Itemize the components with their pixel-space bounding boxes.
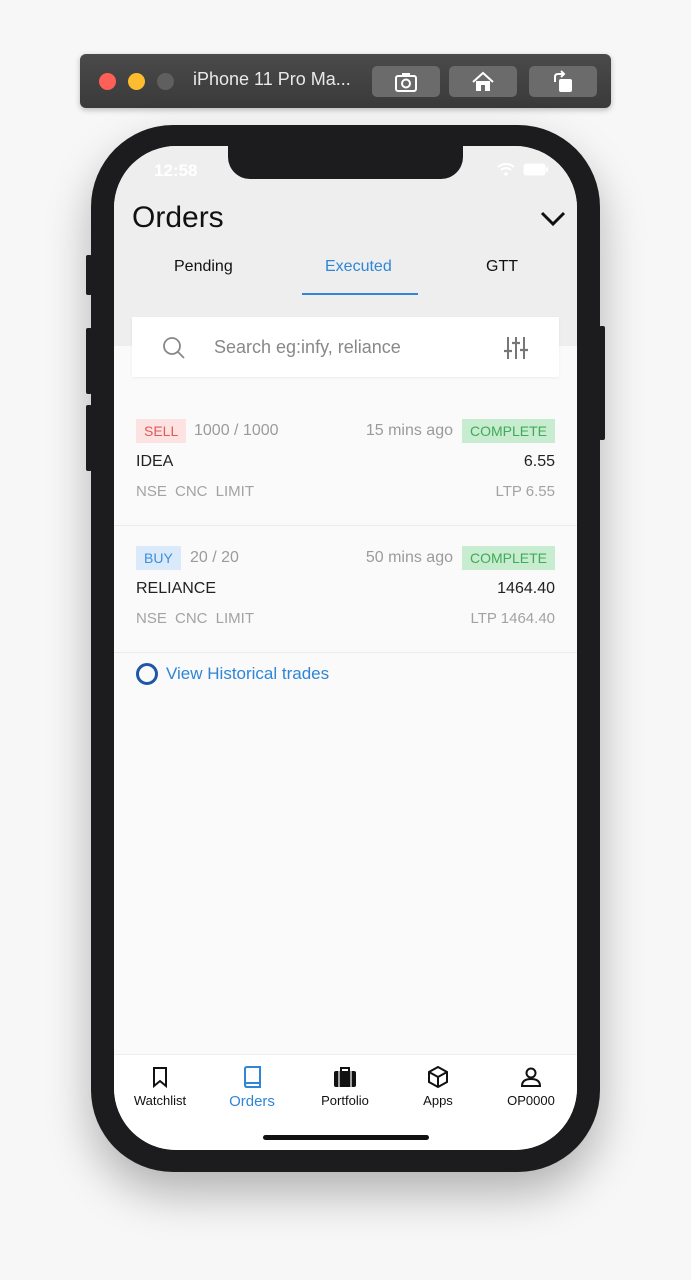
- bookmark-icon: [153, 1067, 167, 1089]
- status-icons: [497, 163, 549, 176]
- order-row[interactable]: SELL 1000 / 1000 15 mins ago COMPLETE ID…: [114, 399, 577, 526]
- mute-switch: [86, 255, 92, 295]
- home-button[interactable]: [449, 66, 517, 97]
- nav-label: Apps: [423, 1093, 453, 1108]
- power-button: [599, 326, 605, 440]
- view-historical-trades-link[interactable]: View Historical trades: [136, 663, 329, 685]
- simulator-title: iPhone 11 Pro Ma...: [193, 69, 351, 89]
- cube-icon: [428, 1065, 448, 1089]
- home-indicator[interactable]: [263, 1135, 429, 1140]
- nav-watchlist[interactable]: Watchlist: [114, 1065, 206, 1108]
- search-icon: [163, 337, 185, 359]
- briefcase-icon: [334, 1067, 356, 1087]
- order-meta: NSE CNC LIMIT: [136, 610, 255, 627]
- order-symbol: RELIANCE: [136, 580, 217, 597]
- order-price: 1464.40: [497, 580, 555, 597]
- book-icon: [244, 1066, 261, 1088]
- status-time: 12:58: [154, 161, 198, 180]
- historical-link-label: View Historical trades: [166, 664, 330, 683]
- battery-icon: [523, 163, 548, 176]
- simulator-toolbar: iPhone 11 Pro Ma...: [80, 54, 611, 108]
- tab-executed[interactable]: Executed: [325, 258, 392, 276]
- side-badge: BUY: [136, 546, 181, 570]
- nav-apps[interactable]: Apps: [392, 1065, 484, 1108]
- screenshot-icon: [395, 72, 417, 92]
- status-badge: COMPLETE: [461, 546, 555, 570]
- search-bar: [132, 317, 559, 377]
- rotate-button[interactable]: [529, 66, 597, 97]
- close-window-button[interactable]: [99, 73, 116, 90]
- nav-label: Portfolio: [321, 1093, 369, 1108]
- circle-icon: [136, 663, 158, 685]
- order-time: 15 mins ago: [365, 422, 453, 439]
- order-price: 6.55: [523, 453, 555, 470]
- order-quantity: 20 / 20: [190, 549, 239, 566]
- nav-label: Watchlist: [133, 1093, 187, 1108]
- nav-portfolio[interactable]: Portfolio: [299, 1065, 391, 1108]
- chevron-down-icon[interactable]: [539, 206, 567, 230]
- screenshot-button[interactable]: [372, 66, 440, 97]
- search-input[interactable]: [214, 334, 514, 360]
- app-screen: 12:58 Orders Pending Executed GTT Search…: [114, 146, 577, 1150]
- nav-profile[interactable]: OP0000: [485, 1065, 577, 1108]
- zoom-window-button[interactable]: [157, 73, 174, 90]
- active-tab-indicator: [302, 293, 418, 295]
- volume-up-button: [86, 328, 92, 394]
- user-icon: [520, 1067, 542, 1087]
- nav-label: Orders: [229, 1093, 275, 1110]
- filter-icon[interactable]: [503, 335, 529, 361]
- volume-down-button: [86, 405, 92, 471]
- nav-label: OP0000: [507, 1093, 555, 1108]
- order-row[interactable]: BUY 20 / 20 50 mins ago COMPLETE RELIANC…: [114, 526, 577, 653]
- side-badge: SELL: [136, 419, 187, 443]
- page-title: Orders: [132, 201, 224, 234]
- order-symbol: IDEA: [136, 453, 174, 470]
- rotate-icon: [554, 69, 572, 92]
- tab-gtt[interactable]: GTT: [486, 258, 518, 276]
- order-time: 50 mins ago: [365, 549, 453, 566]
- order-meta: NSE CNC LIMIT: [136, 483, 255, 500]
- minimize-window-button[interactable]: [128, 73, 145, 90]
- notch: [228, 146, 463, 179]
- home-icon: [472, 71, 494, 91]
- wifi-icon: [497, 163, 515, 176]
- tab-pending[interactable]: Pending: [174, 258, 233, 276]
- status-badge: COMPLETE: [461, 419, 555, 443]
- order-ltp: LTP 6.55: [495, 483, 556, 500]
- order-tabs: Pending Executed GTT: [114, 246, 577, 298]
- nav-orders[interactable]: Orders: [206, 1065, 298, 1110]
- order-ltp: LTP 1464.40: [470, 610, 555, 627]
- order-quantity: 1000 / 1000: [194, 422, 279, 439]
